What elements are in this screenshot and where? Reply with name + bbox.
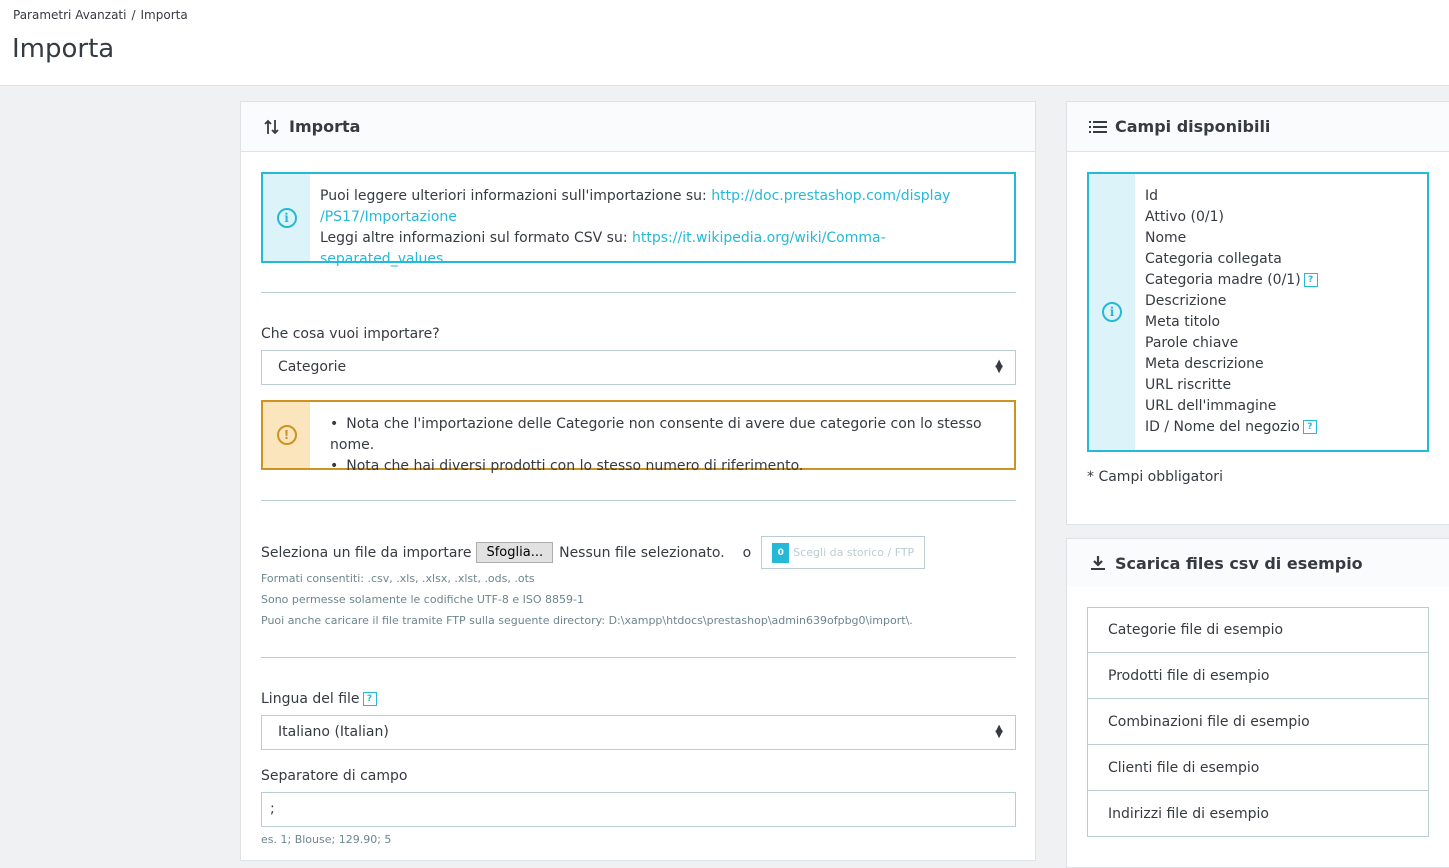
sample-file-link[interactable]: Combinazioni file di esempio: [1087, 699, 1429, 745]
warning-icon: !: [276, 425, 297, 445]
or-text: o: [742, 544, 752, 561]
sample-file-link[interactable]: Prodotti file di esempio: [1087, 653, 1429, 699]
field-item: URL dell'immagine: [1145, 398, 1277, 414]
info-alert: i Puoi leggere ulteriori informazioni su…: [261, 172, 1016, 267]
fields-list: Id Attivo (0/1) Nome Categoria collegata…: [1135, 174, 1328, 450]
field-item-with-help: Categoria madre (0/1)?: [1145, 270, 1318, 291]
help-encoding: Sono permesse solamente le codifiche UTF…: [261, 593, 585, 606]
field-item: Descrizione: [1145, 293, 1227, 309]
sample-file-link[interactable]: Clienti file di esempio: [1087, 745, 1429, 791]
page-title: Importa: [12, 34, 115, 64]
warning-item: Nota che hai diversi prodotti con lo ste…: [330, 456, 994, 477]
divider: [261, 500, 1016, 501]
available-fields-panel: Campi disponibili i Id Attivo (0/1) Nome…: [1066, 101, 1449, 525]
divider: [261, 657, 1016, 658]
samples-panel-title: Scarica files csv di esempio: [1115, 553, 1363, 573]
divider: [261, 292, 1016, 293]
warning-list: Nota che l'importazione delle Categorie …: [330, 414, 994, 477]
select-caret-icon: ▲ ▼: [995, 358, 1003, 375]
sample-file-link[interactable]: Indirizzi file di esempio: [1087, 791, 1429, 837]
required-fields-note: * Campi obbligatori: [1087, 469, 1223, 485]
file-label: Seleziona un file da importare: [261, 544, 472, 561]
import-panel: Importa i Puoi leggere ulteriori informa…: [240, 101, 1036, 861]
warning-alert: ! Nota che l'importazione delle Categori…: [261, 400, 1016, 474]
help-formats: Formati consentiti: .csv, .xls, .xlsx, .…: [261, 572, 535, 585]
doc-link-cont[interactable]: /PS17/Importazione: [320, 209, 457, 225]
fields-panel-heading: Campi disponibili: [1067, 102, 1449, 152]
file-language-value: Italiano (Italian): [278, 724, 389, 740]
ftp-history-button[interactable]: 0 Scegli da storico / FTP: [761, 536, 926, 569]
file-language-select[interactable]: Italiano (Italian) ▲ ▼: [261, 715, 1016, 750]
field-item: Meta titolo: [1145, 314, 1221, 330]
breadcrumb: Parametri Avanzati / Importa: [13, 8, 188, 22]
no-file-text: Nessun file selezionato.: [559, 544, 725, 561]
download-icon: [1089, 555, 1107, 571]
field-item: Nome: [1145, 230, 1187, 246]
field-item: Parole chiave: [1145, 335, 1239, 351]
import-type-select[interactable]: Categorie ▲ ▼: [261, 350, 1016, 385]
ftp-count-badge: 0: [772, 542, 790, 563]
fields-list-box: i Id Attivo (0/1) Nome Categoria collega…: [1087, 172, 1429, 452]
field-item: Categoria collegata: [1145, 251, 1282, 267]
doc-link[interactable]: http://doc.prestashop.com/display: [711, 188, 950, 204]
field-item: Id: [1145, 188, 1159, 204]
browse-button[interactable]: Sfoglia...: [476, 542, 554, 563]
select-caret-icon: ▲ ▼: [995, 723, 1003, 740]
info-icon: i: [1102, 302, 1122, 322]
info-line1-text: Puoi leggere ulteriori informazioni sull…: [320, 188, 712, 204]
fields-panel-title: Campi disponibili: [1115, 117, 1271, 136]
import-export-arrows-icon: [263, 118, 281, 136]
file-language-label: Lingua del file?: [261, 691, 377, 707]
separator-example-help: es. 1; Blouse; 129.90; 5: [261, 833, 392, 846]
page-header: Parametri Avanzati / Importa Importa: [0, 0, 1449, 86]
import-panel-heading: Importa: [241, 102, 1035, 152]
file-upload-row: Seleziona un file da importare Sfoglia..…: [261, 536, 926, 569]
help-question-icon[interactable]: ?: [362, 692, 377, 706]
help-question-icon[interactable]: ?: [1302, 420, 1317, 434]
sample-file-link[interactable]: Categorie file di esempio: [1087, 607, 1429, 653]
sample-files-panel: Scarica files csv di esempio Categorie f…: [1066, 538, 1449, 868]
field-separator-label: Separatore di campo: [261, 768, 408, 784]
field-separator-input[interactable]: ;: [261, 792, 1016, 827]
import-panel-title: Importa: [289, 117, 361, 136]
ftp-button-label: Scegli da storico / FTP: [793, 546, 915, 559]
field-item: Meta descrizione: [1145, 356, 1264, 372]
info-icon: i: [276, 207, 297, 228]
breadcrumb-item-advanced[interactable]: Parametri Avanzati: [13, 8, 126, 22]
breadcrumb-separator: /: [131, 8, 136, 22]
import-type-label: Che cosa vuoi importare?: [261, 326, 440, 342]
field-item: Attivo (0/1): [1145, 209, 1224, 225]
import-type-value: Categorie: [278, 359, 347, 375]
samples-panel-heading: Scarica files csv di esempio: [1067, 539, 1449, 587]
help-question-icon[interactable]: ?: [1303, 273, 1318, 287]
help-ftp-directory: Puoi anche caricare il file tramite FTP …: [261, 614, 913, 627]
sample-files-list: Categorie file di esempio Prodotti file …: [1087, 607, 1429, 837]
warning-item: Nota che l'importazione delle Categorie …: [330, 414, 994, 456]
info-line2-text: Leggi altre informazioni sul formato CSV…: [320, 230, 633, 246]
list-icon: [1089, 120, 1107, 134]
field-item-with-help: ID / Nome del negozio?: [1145, 417, 1318, 438]
field-item: URL riscritte: [1145, 377, 1232, 393]
breadcrumb-item-import: Importa: [140, 8, 188, 22]
